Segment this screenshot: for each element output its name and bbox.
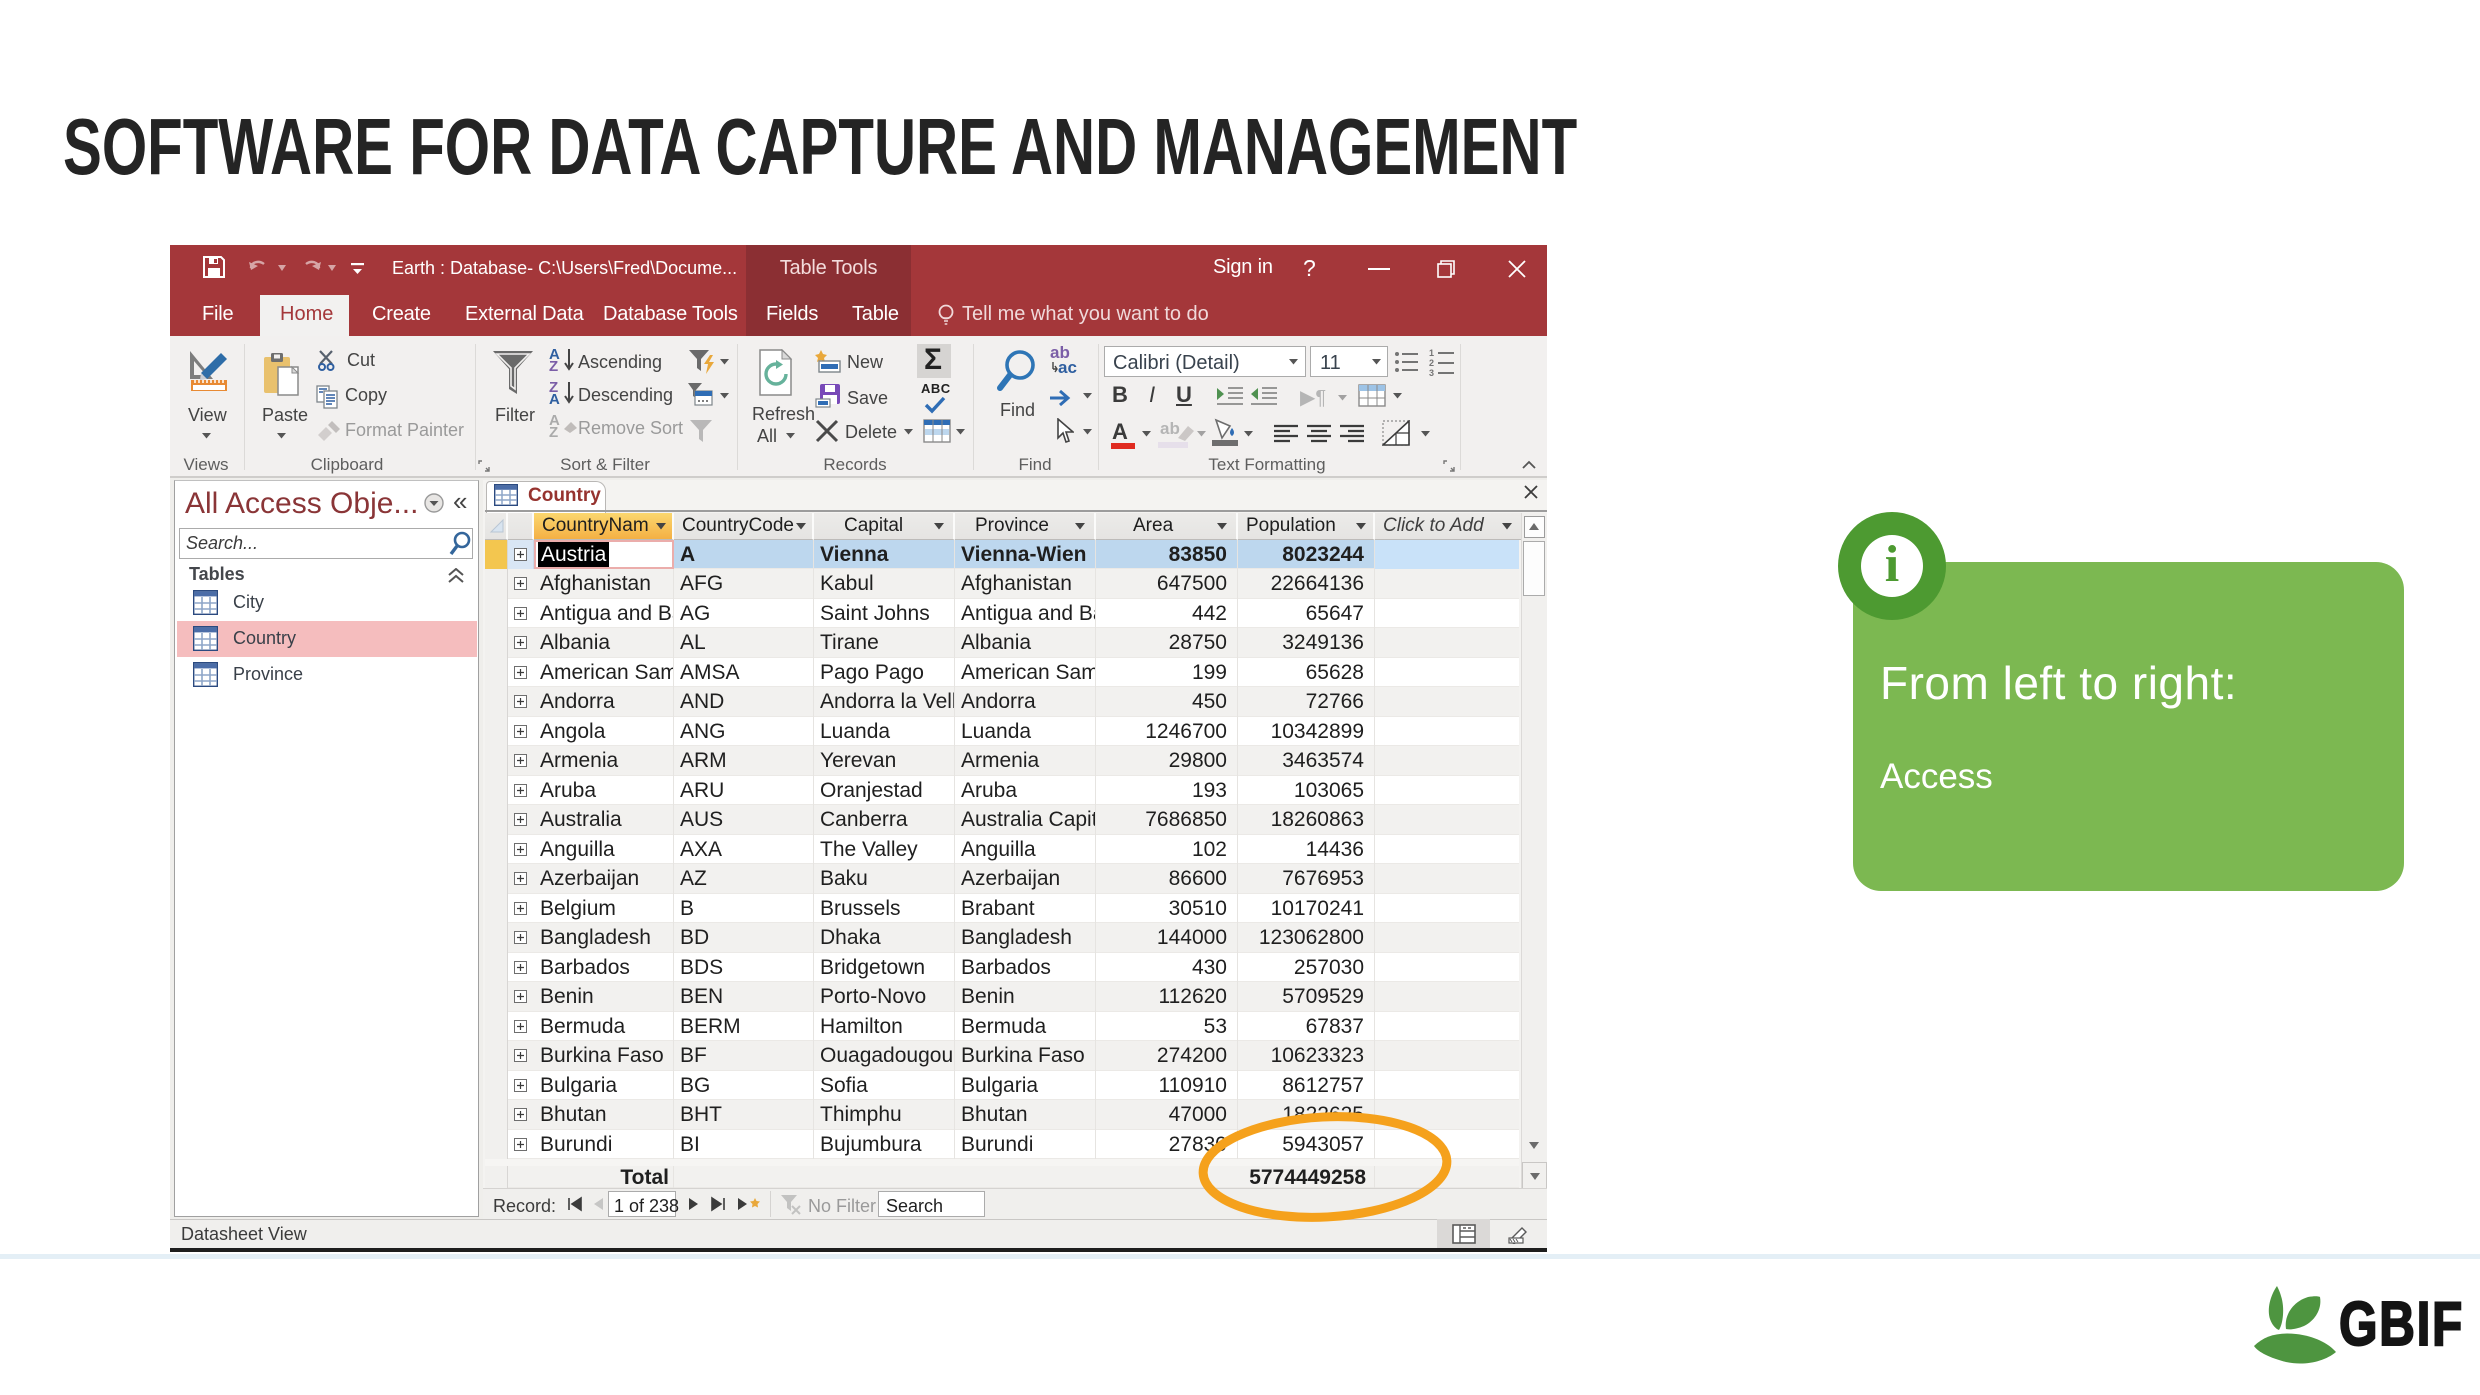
svg-text:2: 2 <box>1429 358 1434 368</box>
svg-text:3: 3 <box>1429 368 1434 376</box>
svg-text:1: 1 <box>1429 348 1434 358</box>
